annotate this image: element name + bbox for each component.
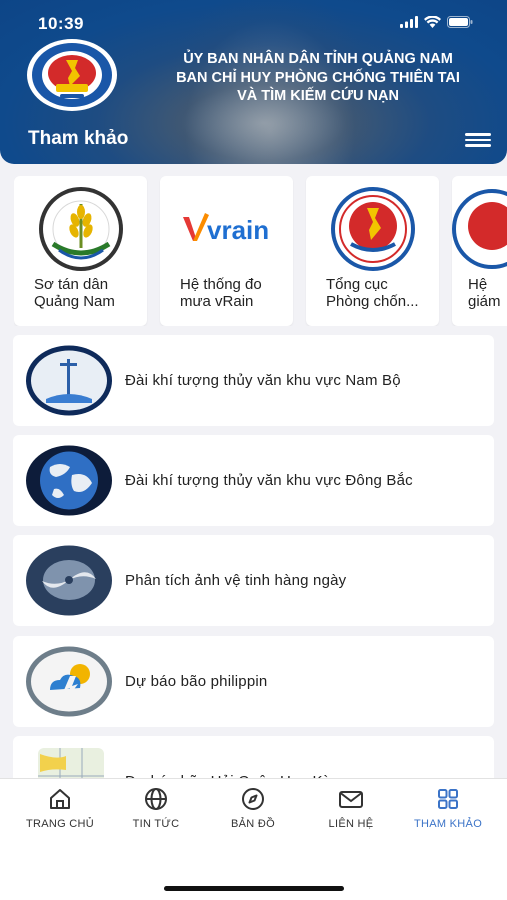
wifi-icon xyxy=(424,16,441,28)
list-item-label: Dự báo bão philippin xyxy=(125,673,268,690)
agriculture-wheat-icon xyxy=(38,187,123,271)
home-icon xyxy=(50,789,70,809)
tab-label: TIN TỨC xyxy=(132,818,180,830)
list-item-label: Đài khí tượng thủy văn khu vực Nam Bộ xyxy=(125,372,401,389)
svg-text:vrain: vrain xyxy=(207,215,269,245)
menu-bar xyxy=(465,138,491,141)
grid-icon xyxy=(438,789,458,809)
tab-tham-khao[interactable]: THAM KHẢO xyxy=(398,787,498,830)
app-header: 10:39 ỦY BAN NHÂN DÂN TỈNH QUẢNG NAM BAN… xyxy=(0,0,507,164)
org-line-3: VÀ TÌM KIẾM CỨU NẠN xyxy=(237,88,399,104)
tab-trang-chu[interactable]: TRANG CHỦ xyxy=(10,787,110,830)
tab-label: TRANG CHỦ xyxy=(25,818,95,830)
list-item-nam-bo[interactable]: Đài khí tượng thủy văn khu vực Nam Bộ xyxy=(13,335,494,426)
screen: 10:39 ỦY BAN NHÂN DÂN TỈNH QUẢNG NAM BAN… xyxy=(0,0,507,900)
org-line-2: BAN CHỈ HUY PHÒNG CHỐNG THIÊN TAI xyxy=(176,69,460,86)
tab-lien-he[interactable]: LIÊN HỆ xyxy=(301,787,401,830)
tab-label: LIÊN HỆ xyxy=(328,818,374,830)
card-label: Sơ tán dân Quảng Nam xyxy=(34,276,115,310)
battery-icon xyxy=(447,16,473,28)
card-so-tan-dan[interactable]: Sơ tán dân Quảng Nam xyxy=(14,176,147,326)
tab-label: THAM KHẢO xyxy=(413,818,483,830)
tab-label: BẢN ĐỒ xyxy=(231,818,275,830)
tab-ban-do[interactable]: BẢN ĐỒ xyxy=(203,787,303,830)
home-indicator[interactable] xyxy=(164,886,344,891)
emblem-icon xyxy=(452,189,507,269)
province-emblem-icon xyxy=(27,39,117,111)
list-item-ve-tinh[interactable]: Phân tích ảnh vệ tinh hàng ngày xyxy=(13,535,494,626)
list-item-label: Đài khí tượng thủy văn khu vực Đông Bắc xyxy=(125,472,413,489)
reference-cards-scroller[interactable]: Sơ tán dân Quảng Nam vrain Hệ thống đo m… xyxy=(14,176,507,326)
weather-forecast-icon xyxy=(26,646,112,717)
disaster-prevention-emblem-icon xyxy=(330,187,415,271)
organization-name: ỦY BAN NHÂN DÂN TỈNH QUẢNG NAM BAN CHỈ H… xyxy=(138,50,498,106)
card-label: Hệ giám xyxy=(468,276,501,310)
menu-bar xyxy=(465,133,491,136)
globe-icon xyxy=(145,788,167,810)
card-label: Tổng cục Phòng chốn... xyxy=(326,276,419,310)
signal-icon xyxy=(400,16,418,28)
list-item-philippin[interactable]: Dự báo bão philippin xyxy=(13,636,494,727)
satellite-typhoon-icon xyxy=(26,545,112,616)
page-title: Tham khảo xyxy=(28,128,129,149)
globe-icon xyxy=(26,445,112,516)
tab-tin-tuc[interactable]: TIN TỨC xyxy=(106,787,206,830)
card-vrain[interactable]: vrain Hệ thống đo mưa vRain xyxy=(160,176,293,326)
menu-bar xyxy=(465,144,491,147)
mail-icon xyxy=(339,791,363,808)
status-bar: 10:39 xyxy=(38,14,473,36)
list-item-label: Phân tích ảnh vệ tinh hàng ngày xyxy=(125,572,347,589)
org-line-1: ỦY BAN NHÂN DÂN TỈNH QUẢNG NAM xyxy=(183,51,453,67)
weather-station-icon xyxy=(26,345,112,416)
vrain-logo-icon: vrain xyxy=(179,186,275,272)
compass-icon xyxy=(242,788,264,810)
hamburger-menu-button[interactable] xyxy=(465,130,491,150)
list-item-dong-bac[interactable]: Đài khí tượng thủy văn khu vực Đông Bắc xyxy=(13,435,494,526)
vrain-logo-icon: vrain xyxy=(182,213,269,245)
card-label: Hệ thống đo mưa vRain xyxy=(180,276,262,310)
bottom-tab-bar: TRANG CHỦ TIN TỨC BẢN ĐỒ LIÊN HỆ THAM KH… xyxy=(0,778,507,900)
card-tong-cuc[interactable]: Tổng cục Phòng chốn... xyxy=(306,176,439,326)
status-time: 10:39 xyxy=(38,14,84,33)
card-he-giam[interactable]: Hệ giám xyxy=(452,176,507,326)
